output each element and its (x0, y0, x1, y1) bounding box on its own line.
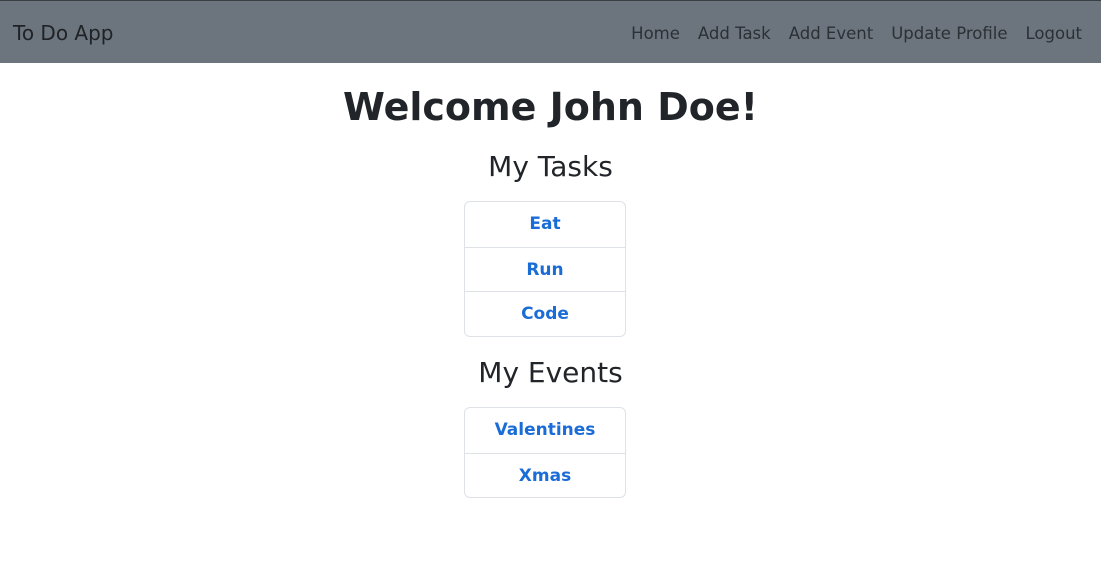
tasks-list: Eat Run Code (464, 201, 626, 338)
task-link-run[interactable]: Run (526, 260, 563, 280)
nav-link-update-profile[interactable]: Update Profile (891, 23, 1007, 45)
events-section-title: My Events (478, 356, 623, 389)
nav-link-home[interactable]: Home (631, 23, 680, 45)
nav-link-add-event[interactable]: Add Event (789, 23, 873, 45)
event-list-item: Valentines (465, 408, 625, 453)
task-link-eat[interactable]: Eat (529, 214, 560, 234)
task-link-code[interactable]: Code (521, 304, 569, 324)
task-list-item: Code (465, 291, 625, 336)
task-list-item: Run (465, 246, 625, 292)
tasks-section-title: My Tasks (488, 150, 613, 183)
nav-link-add-task[interactable]: Add Task (698, 23, 771, 45)
nav-links: Home Add Task Add Event Update Profile L… (631, 23, 1082, 45)
event-link-valentines[interactable]: Valentines (495, 420, 596, 440)
task-list-item: Eat (465, 202, 625, 247)
nav-link-logout[interactable]: Logout (1026, 23, 1083, 45)
brand-link[interactable]: To Do App (13, 20, 113, 46)
page-title: Welcome John Doe! (343, 85, 758, 129)
event-list-item: Xmas (465, 452, 625, 498)
navbar: To Do App Home Add Task Add Event Update… (0, 0, 1101, 63)
events-list: Valentines Xmas (464, 407, 626, 499)
event-link-xmas[interactable]: Xmas (519, 466, 571, 486)
